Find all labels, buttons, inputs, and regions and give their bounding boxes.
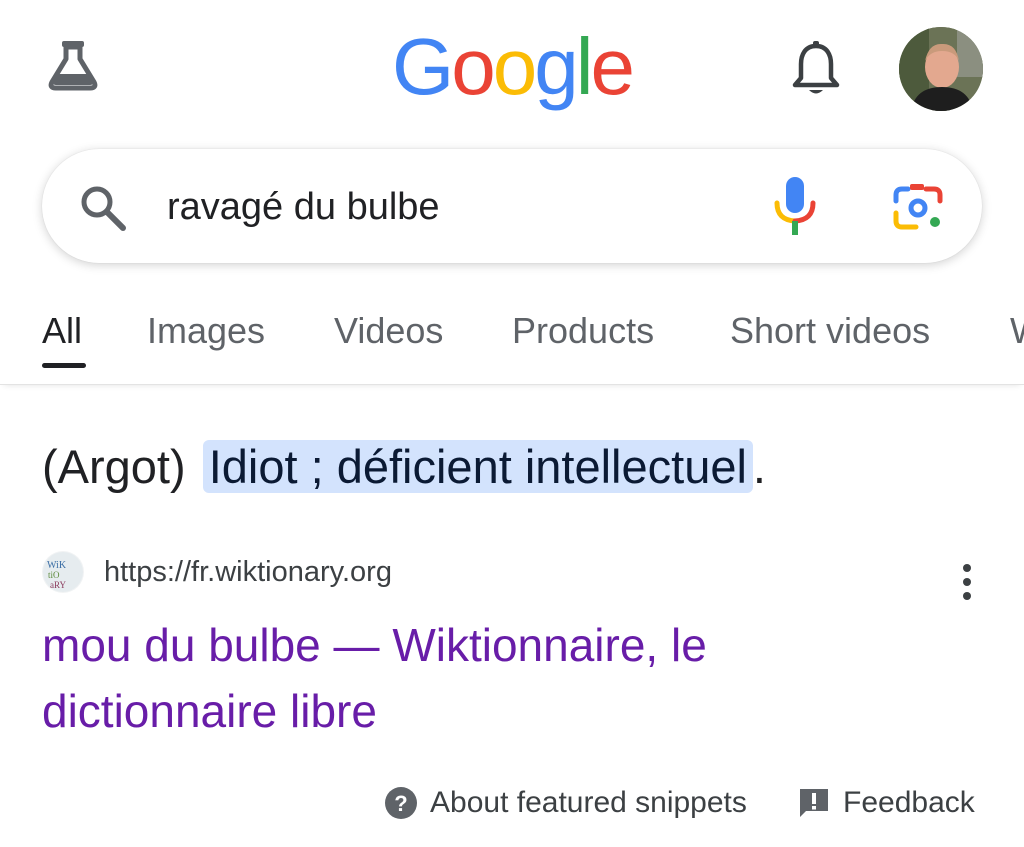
logo-letter: e [590,22,635,111]
profile-avatar-icon [899,27,983,111]
logo-letter: G [392,22,454,111]
avatar[interactable] [899,27,983,111]
bell-icon[interactable] [790,40,842,98]
more-options-icon[interactable] [958,562,976,602]
feedback-icon [800,789,828,817]
search-tabs: All Images Videos Products Short videos … [0,300,1024,385]
svg-text:?: ? [394,791,407,816]
feedback-label: Feedback [843,786,975,819]
tab-short-videos[interactable]: Short videos [730,310,930,352]
answer-highlight: Idiot ; déficient intellectuel [202,440,753,493]
search-icon[interactable] [78,183,128,233]
logo-letter: l [575,22,594,111]
feedback-link[interactable]: Feedback [797,786,975,820]
lens-icon[interactable] [890,181,946,235]
logo-letter: g [534,22,578,111]
about-label: About featured snippets [430,786,747,819]
svg-text:aRY: aRY [50,580,67,590]
logo-letter: o [492,22,537,111]
google-logo[interactable]: G o o g l e [392,22,635,112]
wiktionary-favicon-icon[interactable]: WiK tiO aRY [42,551,84,593]
help-icon: ? [385,787,417,819]
about-featured-snippets-link[interactable]: ? About featured snippets [384,786,747,820]
featured-snippet-answer: (Argot) Idiot ; déficient intellectuel. [42,436,766,498]
tab-products[interactable]: Products [512,310,654,352]
tab-images[interactable]: Images [147,310,265,352]
search-input[interactable] [167,183,727,231]
tab-more-partial[interactable]: W [1010,310,1024,352]
answer-suffix: . [752,440,766,493]
flask-icon[interactable] [46,38,100,92]
answer-prefix: (Argot) [42,440,186,493]
logo-letter: o [451,22,495,111]
tab-all[interactable]: All [42,310,82,352]
result-title-link[interactable]: mou du bulbe — Wiktionnaire, le dictionn… [42,612,842,744]
tab-videos[interactable]: Videos [334,310,443,352]
mic-icon[interactable] [770,175,820,239]
svg-text:tiO: tiO [48,570,60,580]
source-url[interactable]: https://fr.wiktionary.org [104,556,392,589]
active-tab-indicator [42,363,86,368]
